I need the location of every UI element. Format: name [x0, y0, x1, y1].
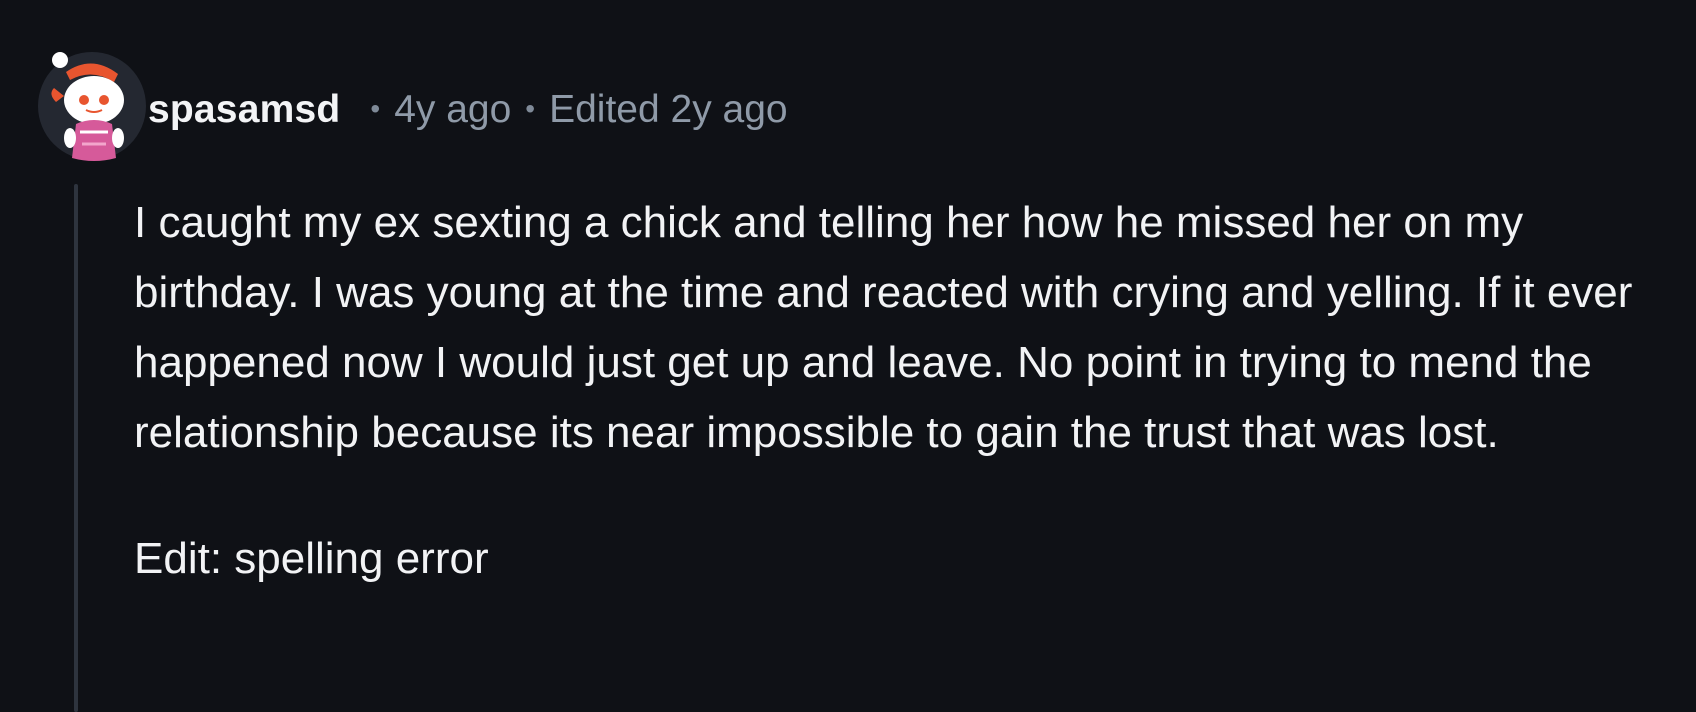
separator-dot: • — [525, 93, 536, 124]
thread-line[interactable] — [74, 184, 78, 712]
timestamp[interactable]: 4y ago — [394, 88, 511, 132]
comment-header: spasamsd • 4y ago • Edited 2y ago — [148, 82, 788, 138]
username[interactable]: spasamsd — [148, 88, 340, 132]
edited-label: Edited 2y ago — [549, 88, 788, 131]
comment: spasamsd • 4y ago • Edited 2y ago I caug… — [0, 0, 1696, 712]
comment-body: I caught my ex sexting a chick and telli… — [134, 188, 1674, 594]
separator-dot: • — [370, 93, 381, 124]
edit-note: Edit: spelling error — [134, 534, 489, 583]
avatar[interactable] — [38, 52, 146, 161]
reddit-snoo-avatar-icon — [51, 52, 124, 161]
comment-text: I caught my ex sexting a chick and telli… — [134, 198, 1633, 457]
